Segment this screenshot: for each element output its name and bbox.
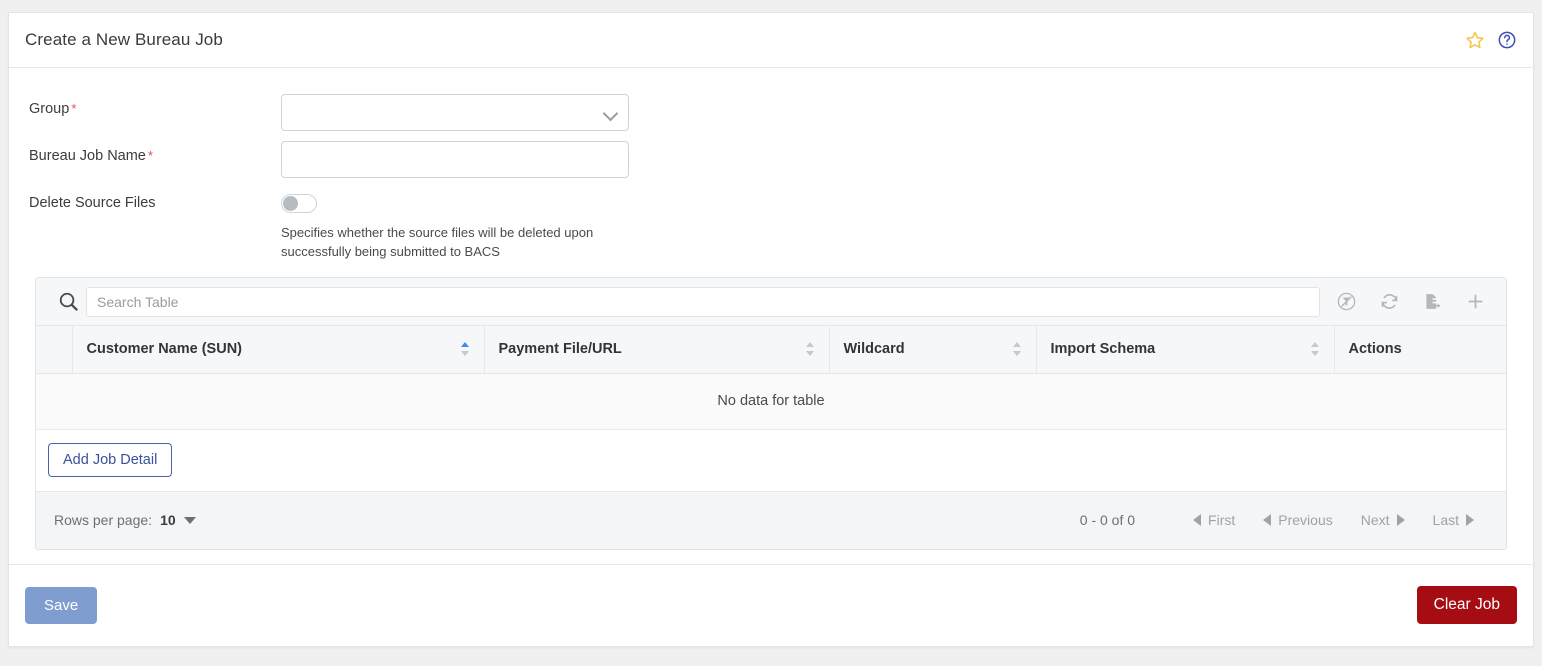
pagination-range: 0 - 0 of 0: [1079, 512, 1136, 528]
group-select[interactable]: [281, 94, 629, 131]
table-header-import-schema[interactable]: Import Schema: [1036, 326, 1335, 374]
group-control-wrap: [281, 94, 1513, 131]
clear-job-button[interactable]: Clear Job: [1416, 586, 1517, 624]
job-details-table-panel: Customer Name (SUN) Payment File/URL: [35, 277, 1507, 550]
search-icon[interactable]: [50, 290, 86, 313]
triangle-left-icon: [1263, 514, 1272, 526]
table-header-label: Import Schema: [1050, 341, 1156, 358]
create-bureau-job-card: Create a New Bureau Job Group * Bureau J…: [8, 12, 1534, 647]
delete-source-files-control-wrap: Specifies whether the source files will …: [281, 188, 1513, 261]
search-input[interactable]: [86, 286, 1320, 317]
table-header-payment-file-url[interactable]: Payment File/URL: [484, 326, 830, 374]
sort-indicator-icon: [1310, 341, 1320, 357]
table-header-label: Wildcard: [843, 341, 905, 358]
card-header: Create a New Bureau Job: [9, 13, 1533, 68]
refresh-icon[interactable]: [1379, 291, 1400, 312]
table-body: No data for table: [36, 373, 1506, 430]
sort-indicator-icon: [460, 341, 470, 357]
add-icon[interactable]: [1465, 291, 1486, 312]
job-details-table: Customer Name (SUN) Payment File/URL Wil…: [36, 326, 1506, 430]
table-header-select-col: [36, 326, 73, 374]
table-head: Customer Name (SUN) Payment File/URL Wil…: [36, 326, 1506, 374]
pagination-first-button[interactable]: First: [1179, 512, 1249, 528]
bureau-job-name-input[interactable]: [281, 141, 629, 178]
page-title: Create a New Bureau Job: [25, 30, 223, 49]
pagination-first-label: First: [1208, 512, 1236, 528]
form-row-delete-source-files: Delete Source Files Specifies whether th…: [29, 188, 1513, 261]
table-action-bar: Add Job Detail: [36, 429, 1506, 492]
table-empty-row: No data for table: [36, 373, 1506, 430]
pagination-last-button[interactable]: Last: [1419, 512, 1488, 528]
group-label: Group *: [29, 94, 281, 117]
bureau-job-name-control-wrap: [281, 141, 1513, 178]
rows-per-page: Rows per page: 10: [54, 512, 196, 528]
table-header-customer-name[interactable]: Customer Name (SUN): [72, 326, 485, 374]
toggle-knob: [283, 196, 298, 211]
sort-indicator-icon: [805, 341, 815, 357]
help-circle-icon[interactable]: [1497, 30, 1517, 50]
add-job-detail-button[interactable]: Add Job Detail: [48, 442, 173, 478]
clear-filter-icon[interactable]: [1336, 291, 1357, 312]
caret-down-icon[interactable]: [183, 516, 196, 524]
group-required-marker: *: [71, 101, 77, 116]
table-toolbar: [36, 278, 1506, 326]
card-footer: Save Clear Job: [9, 563, 1533, 646]
form-row-group: Group *: [29, 94, 1513, 131]
card-body: Group * Bureau Job Name * Delete Source Fi…: [9, 68, 1533, 564]
bureau-job-name-label-text: Bureau Job Name: [29, 148, 146, 164]
pagination-previous-button[interactable]: Previous: [1249, 512, 1346, 528]
delete-source-files-label-text: Delete Source Files: [29, 195, 156, 211]
table-empty-message: No data for table: [36, 373, 1506, 430]
pagination-last-label: Last: [1432, 512, 1459, 528]
delete-source-files-label: Delete Source Files: [29, 188, 281, 211]
delete-source-files-toggle[interactable]: [281, 194, 317, 213]
save-button[interactable]: Save: [25, 586, 98, 624]
header-icon-group: [1465, 30, 1517, 50]
table-pagination: Rows per page: 10 0 - 0 of 0 First Previ…: [36, 491, 1506, 549]
toolbar-actions: [1336, 291, 1494, 312]
form-row-bureau-job-name: Bureau Job Name *: [29, 141, 1513, 178]
bureau-job-name-label: Bureau Job Name *: [29, 141, 281, 164]
group-label-text: Group: [29, 101, 70, 117]
sort-indicator-icon: [1012, 341, 1022, 357]
export-icon[interactable]: [1422, 291, 1443, 312]
triangle-right-icon: [1396, 514, 1405, 526]
pagination-next-label: Next: [1360, 512, 1390, 528]
rows-per-page-value[interactable]: 10: [160, 512, 176, 528]
triangle-left-icon: [1193, 514, 1202, 526]
chevron-down-icon: [604, 108, 618, 117]
table-header-wildcard[interactable]: Wildcard: [829, 326, 1037, 374]
table-header-label: Customer Name (SUN): [86, 341, 243, 358]
table-header-actions: Actions: [1334, 326, 1506, 374]
pagination-next-button[interactable]: Next: [1347, 512, 1419, 528]
bureau-job-name-required-marker: *: [147, 148, 153, 163]
table-header-label: Actions: [1348, 341, 1402, 358]
triangle-right-icon: [1466, 514, 1474, 526]
rows-per-page-label: Rows per page:: [54, 512, 153, 528]
delete-source-files-help-text: Specifies whether the source files will …: [281, 225, 594, 259]
star-icon[interactable]: [1465, 30, 1485, 50]
pagination-previous-label: Previous: [1278, 512, 1333, 528]
table-header-row: Customer Name (SUN) Payment File/URL Wil…: [36, 326, 1506, 374]
pagination-controls: 0 - 0 of 0 First Previous Next Last: [1080, 512, 1488, 528]
table-header-label: Payment File/URL: [498, 341, 622, 358]
